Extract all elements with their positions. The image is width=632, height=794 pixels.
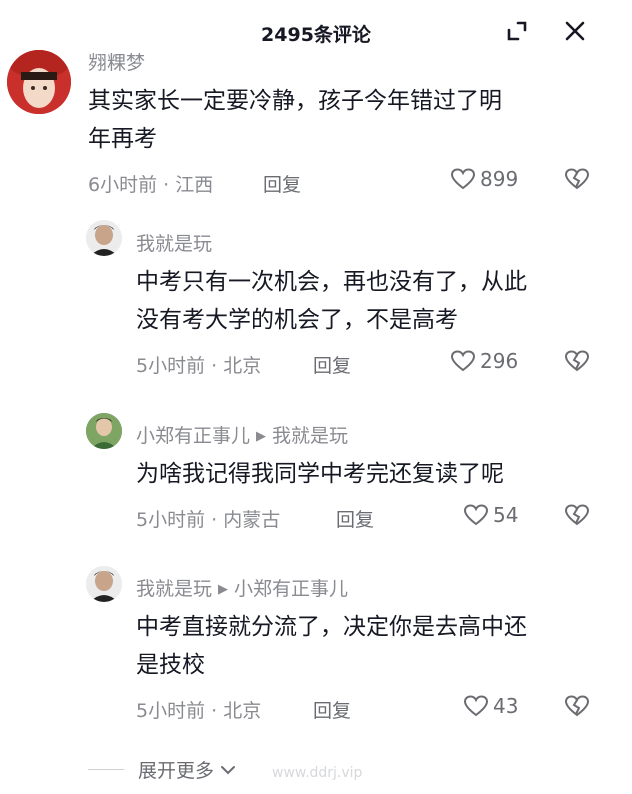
expand-more-button[interactable]: 展开更多 (138, 756, 214, 783)
dislike-button[interactable] (564, 503, 590, 531)
comment-location: 江西 (175, 174, 214, 196)
comment-text: 中考直接就分流了，决定你是去高中还 是技校 (136, 608, 616, 684)
like-count: 296 (480, 349, 519, 373)
comment-username[interactable]: 我就是玩 (136, 229, 212, 256)
divider (88, 769, 124, 770)
comment-meta: 5小时前 · 北京 (136, 355, 262, 377)
chevron-down-icon[interactable] (218, 760, 238, 780)
comment-username[interactable]: 我就是玩 (136, 578, 212, 600)
reply-arrow-icon: ▶ (218, 582, 229, 597)
broken-heart-icon (564, 350, 590, 372)
reply-button[interactable]: 回复 (313, 696, 351, 723)
comment-text: 中考只有一次机会，再也没有了，从此 没有考大学的机会了，不是高考 (136, 263, 616, 339)
comment-count-title: 2495条评论 (261, 24, 371, 46)
comment-time: 5小时前 (136, 509, 206, 531)
expand-more-row[interactable]: 展开更多 (88, 756, 238, 783)
reply-button[interactable]: 回复 (336, 505, 374, 532)
reply-arrow-icon: ▶ (256, 429, 267, 444)
avatar[interactable] (86, 413, 122, 449)
dislike-button[interactable] (564, 694, 590, 722)
like-button[interactable]: 899 (450, 167, 518, 191)
reply-button[interactable]: 回复 (263, 170, 301, 197)
comment-location: 北京 (223, 355, 262, 377)
heart-icon (450, 350, 476, 372)
comment-time: 6小时前 (88, 174, 158, 196)
comment-meta: 6小时前 · 江西 (88, 174, 214, 196)
heart-icon (463, 695, 489, 717)
comment-meta: 5小时前 · 内蒙古 (136, 509, 281, 531)
dislike-button[interactable] (564, 167, 590, 195)
broken-heart-icon (564, 168, 590, 190)
broken-heart-icon (564, 695, 590, 717)
reply-to-username[interactable]: 小郑有正事儿 (234, 578, 348, 600)
broken-heart-icon (564, 504, 590, 526)
comment-text-line: 没有考大学的机会了，不是高考 (136, 307, 458, 333)
comment-location: 北京 (223, 700, 262, 722)
comment-time: 5小时前 (136, 700, 206, 722)
comment-text-line: 为啥我记得我同学中考完还复读了呢 (136, 461, 504, 487)
watermark: www.ddrj.vip (272, 765, 363, 781)
heart-icon (450, 168, 476, 190)
comment-text-line: 其实家长一定要冷静，孩子今年错过了明 (88, 88, 502, 114)
comment-username[interactable]: 小郑有正事儿 (136, 425, 250, 447)
like-button[interactable]: 43 (463, 694, 518, 718)
like-count: 899 (480, 167, 519, 191)
comment-text: 为啥我记得我同学中考完还复读了呢 (136, 455, 616, 493)
comment-meta: 5小时前 · 北京 (136, 700, 262, 722)
comment-username-line: 我就是玩 ▶ 小郑有正事儿 (136, 574, 348, 601)
reply-button[interactable]: 回复 (313, 351, 351, 378)
comment-username[interactable]: 翙粿梦 (88, 48, 145, 75)
heart-icon (463, 504, 489, 526)
comment-text-line: 年再考 (88, 126, 157, 152)
expand-icon[interactable] (503, 17, 531, 45)
like-button[interactable]: 54 (463, 503, 518, 527)
comment-location: 内蒙古 (223, 509, 281, 531)
avatar[interactable] (86, 566, 122, 602)
dislike-button[interactable] (564, 349, 590, 377)
reply-to-username[interactable]: 我就是玩 (272, 425, 348, 447)
like-button[interactable]: 296 (450, 349, 518, 373)
comment-text: 其实家长一定要冷静，孩子今年错过了明 年再考 (88, 82, 608, 158)
comment-text-line: 中考只有一次机会，再也没有了，从此 (136, 269, 527, 295)
like-count: 43 (493, 694, 519, 718)
comment-username-line: 小郑有正事儿 ▶ 我就是玩 (136, 421, 348, 448)
like-count: 54 (493, 503, 519, 527)
close-icon[interactable] (561, 17, 589, 45)
avatar[interactable] (86, 220, 122, 256)
comment-text-line: 中考直接就分流了，决定你是去高中还 (136, 614, 527, 640)
comment-time: 5小时前 (136, 355, 206, 377)
avatar[interactable] (7, 50, 71, 114)
comment-text-line: 是技校 (136, 652, 205, 678)
